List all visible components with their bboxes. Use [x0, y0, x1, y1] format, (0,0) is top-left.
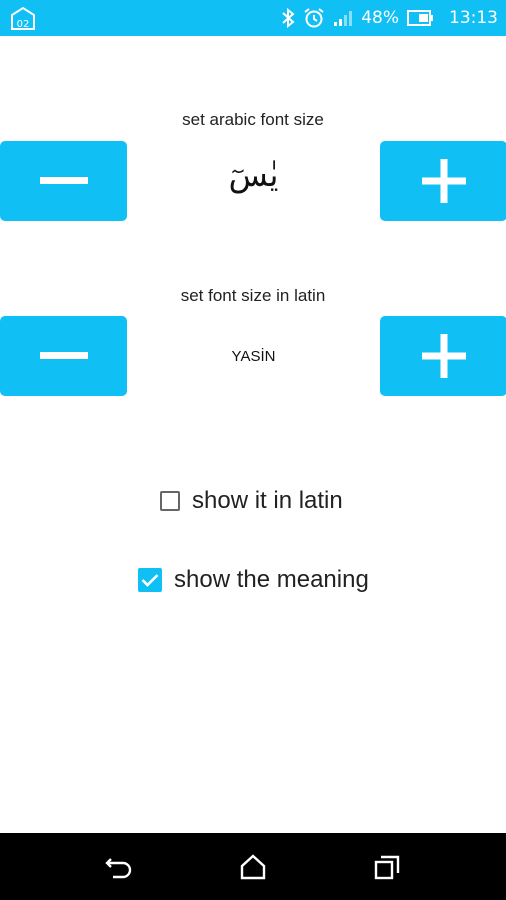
back-button[interactable]: [104, 853, 134, 881]
arabic-font-size-label: set arabic font size: [182, 110, 324, 129]
latin-increase-button[interactable]: [380, 316, 506, 396]
home-button[interactable]: [238, 853, 268, 881]
latin-font-size-label: set font size in latin: [180, 286, 326, 305]
app-badge-text: 02: [17, 19, 30, 30]
recents-icon: [374, 855, 400, 880]
show-latin-checkbox[interactable]: [160, 491, 180, 511]
arabic-increase-button[interactable]: [380, 141, 506, 221]
arabic-preview-text: يٰسٓ: [228, 156, 279, 194]
signal-icon: [333, 9, 355, 27]
alarm-icon: [303, 7, 325, 29]
bluetooth-icon: [281, 8, 295, 28]
status-bar: 02 48% 13:13: [0, 0, 506, 36]
home-icon: [240, 854, 266, 880]
plus-icon: [421, 159, 466, 203]
show-latin-label: show it in latin: [192, 487, 343, 514]
app-notification-icon: 02: [10, 6, 36, 30]
checkmark-icon: [141, 574, 159, 587]
latin-preview-text: YASİN: [231, 348, 276, 365]
battery-percent: 48%: [361, 8, 399, 28]
show-meaning-checkbox[interactable]: [138, 568, 162, 592]
plus-icon: [421, 334, 466, 378]
show-meaning-label: show the meaning: [174, 566, 369, 593]
minus-icon: [39, 177, 88, 184]
settings-content: set arabic font size يٰسٓ set font size …: [0, 36, 506, 833]
recents-button[interactable]: [372, 853, 402, 881]
minus-icon: [39, 352, 88, 359]
navigation-bar: [0, 833, 506, 900]
clock: 13:13: [449, 8, 498, 28]
back-icon: [105, 858, 132, 879]
show-latin-option[interactable]: show it in latin: [160, 487, 343, 515]
latin-decrease-button[interactable]: [0, 316, 127, 396]
show-meaning-option[interactable]: show the meaning: [138, 566, 369, 594]
arabic-decrease-button[interactable]: [0, 141, 127, 221]
battery-icon: [407, 10, 435, 26]
